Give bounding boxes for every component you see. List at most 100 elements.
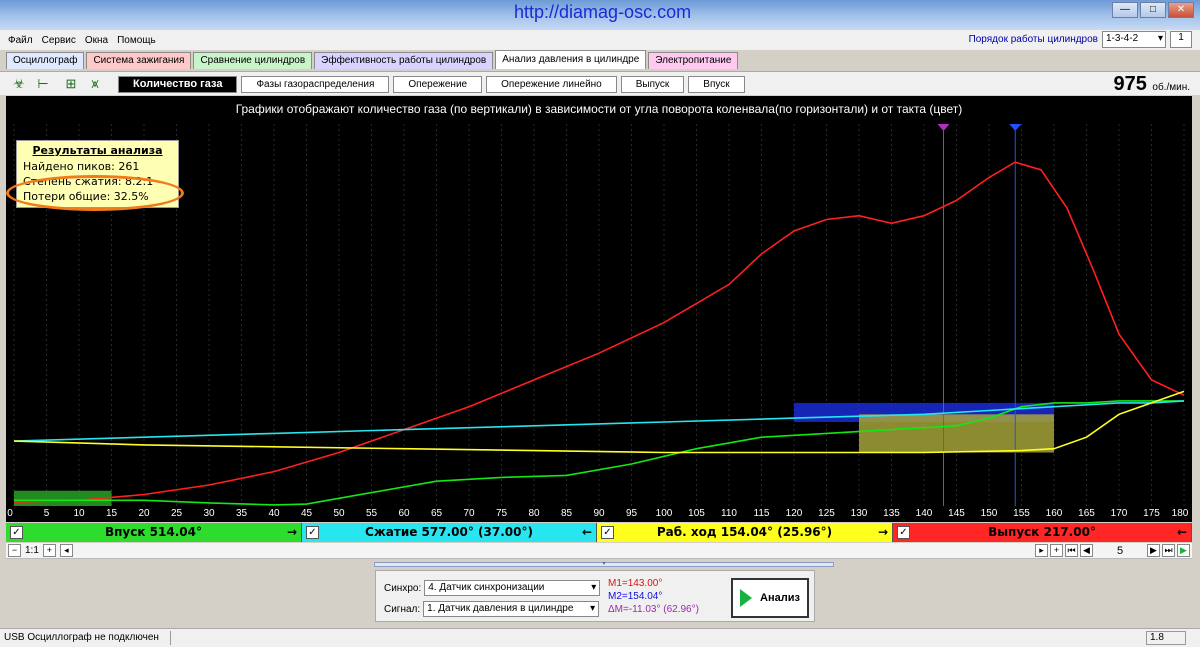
x-tick-label: 70 <box>463 508 475 519</box>
tab-oscilloscope[interactable]: Осциллограф <box>6 52 85 69</box>
x-tick-label: 140 <box>915 508 933 519</box>
subtab-advance-linear[interactable]: Опережение линейно <box>486 76 617 93</box>
arrow-left-icon: ← <box>1176 525 1187 539</box>
menu-service[interactable]: Сервис <box>34 30 77 46</box>
graph-icon[interactable]: ⩙ <box>86 75 104 93</box>
tab-cylinder-efficiency[interactable]: Эффективность работы цилиндров <box>314 52 494 69</box>
x-tick-label: 75 <box>495 508 508 519</box>
menu-file[interactable]: Файл <box>0 30 34 46</box>
rpm-readout: 975 об./мин. <box>1113 73 1190 96</box>
sync-label: Синхро: <box>384 582 422 594</box>
gas-icon[interactable]: ☣ <box>10 75 28 93</box>
chart-navigation: − 1:1 + ◂ ▸ + ⏮ ◀ 5 ▶ ⏭ ▶ <box>6 543 1192 559</box>
arrow-right-icon: → <box>877 525 888 539</box>
rpm-value: 975 <box>1113 73 1147 95</box>
auto-icon[interactable]: ⊞ <box>62 75 80 93</box>
x-tick-label: 165 <box>1078 508 1095 519</box>
minimize-icon[interactable]: — <box>1112 2 1138 18</box>
signal-select[interactable]: 1. Датчик давления в цилиндре <box>423 601 600 617</box>
next-page-icon[interactable]: ▶ <box>1147 544 1160 557</box>
play-icon[interactable]: ▶ <box>1177 544 1190 557</box>
x-tick-label: 50 <box>333 508 345 519</box>
x-tick-label: 150 <box>980 508 998 519</box>
x-tick-label: 60 <box>398 508 410 519</box>
cylinder-spinner[interactable]: 1 <box>1170 31 1192 48</box>
x-tick-label: 25 <box>170 508 183 519</box>
x-tick-label: 100 <box>655 508 673 519</box>
analyze-button[interactable]: Анализ <box>731 578 809 618</box>
phase-checkbox[interactable]: ✓ <box>306 526 319 539</box>
x-tick-label: 55 <box>365 508 378 519</box>
gas-amount-chart[interactable]: Графики отображают количество газа (по в… <box>6 96 1192 522</box>
tab-pressure-analysis[interactable]: Анализ давления в цилиндре <box>495 50 647 69</box>
last-page-icon[interactable]: ⏭ <box>1162 544 1175 557</box>
x-tick-label: 0 <box>7 508 13 519</box>
phase-intake[interactable]: ✓ Впуск 514.04° → <box>6 523 302 542</box>
tab-ignition[interactable]: Система зажигания <box>86 52 192 69</box>
x-tick-label: 105 <box>688 508 705 519</box>
highlight-ellipse <box>6 175 184 211</box>
panel-splitter[interactable]: ▾ <box>374 561 834 567</box>
close-icon[interactable]: ✕ <box>1168 2 1194 18</box>
scroll-left-icon[interactable]: ◂ <box>59 544 73 557</box>
prev-page-icon[interactable]: ◀ <box>1080 544 1093 557</box>
maximize-icon[interactable]: □ <box>1140 2 1166 18</box>
phase-checkbox[interactable]: ✓ <box>897 526 910 539</box>
signal-label: Сигнал: <box>384 603 421 615</box>
phase-exhaust[interactable]: ✓ Выпуск 217.00° ← <box>893 523 1192 542</box>
x-tick-label: 95 <box>625 508 638 519</box>
x-tick-label: 5 <box>43 508 50 519</box>
phase-label: Выпуск 217.00° <box>988 525 1096 539</box>
subtab-gas-amount[interactable]: Количество газа <box>118 76 238 93</box>
marker-m2: M2=154.04° <box>608 591 663 602</box>
signal-row: Сигнал: 1. Датчик давления в цилиндре <box>384 601 600 617</box>
first-page-icon[interactable]: ⏮ <box>1065 544 1078 557</box>
dio-icon[interactable]: ⊢ <box>34 75 52 93</box>
menu-help[interactable]: Помощь <box>109 30 157 46</box>
x-tick-label: 175 <box>1143 508 1160 519</box>
zoom-out-icon[interactable]: − <box>8 544 21 557</box>
x-tick-label: 130 <box>850 508 868 519</box>
phase-checkbox[interactable]: ✓ <box>601 526 614 539</box>
tab-power[interactable]: Электропитание <box>648 52 739 69</box>
subtab-valve-timing[interactable]: Фазы газораспределения <box>241 76 390 93</box>
play-icon <box>740 589 753 607</box>
title-bar: http://diamag-osc.com — □ ✕ <box>0 0 1200 30</box>
zoom-in-icon[interactable]: + <box>42 544 56 557</box>
phase-label: Раб. ход 154.04° (25.96°) <box>656 525 833 539</box>
scroll-right-icon[interactable]: ▸ <box>1035 544 1048 557</box>
subtab-exhaust[interactable]: Выпуск <box>620 76 685 93</box>
add-icon[interactable]: + <box>1050 544 1063 557</box>
phase-label: Сжатие 577.00° (37.00°) <box>365 525 533 539</box>
cylinder-order-select[interactable]: 1-3-4-2 <box>1102 31 1166 48</box>
sync-select[interactable]: 4. Датчик синхронизации <box>424 580 601 596</box>
x-tick-label: 80 <box>528 508 540 519</box>
x-axis-labels: 0 5 10 15 20 25 30 35 40 45 50 55 60 65 70 75 80 85 90 95 10… <box>6 508 1192 522</box>
analysis-controls: Синхро: 4. Датчик синхронизации Сигнал: … <box>375 570 815 622</box>
phase-power[interactable]: ✓ Раб. ход 154.04° (25.96°) → <box>597 523 893 542</box>
x-tick-label: 170 <box>1110 508 1128 519</box>
x-tick-label: 20 <box>138 508 150 519</box>
x-tick-label: 40 <box>268 508 280 519</box>
x-tick-label: 145 <box>948 508 965 519</box>
x-tick-label: 160 <box>1045 508 1063 519</box>
cylinder-order: Порядок работы цилиндров 1-3-4-2 1 <box>969 31 1192 48</box>
arrow-right-icon: → <box>286 525 297 539</box>
x-tick-label: 85 <box>560 508 573 519</box>
phase-label: Впуск 514.04° <box>104 525 202 539</box>
x-tick-label: 120 <box>785 508 803 519</box>
status-bar: USB Осциллограф не подключен 1.8 <box>0 628 1200 647</box>
x-tick-label: 115 <box>753 508 770 519</box>
tab-cylinder-compare[interactable]: Сравнение цилиндров <box>193 52 313 69</box>
subtab-intake[interactable]: Впуск <box>688 76 745 93</box>
analyze-label: Анализ <box>760 592 800 604</box>
page-number[interactable]: 5 <box>1095 545 1145 557</box>
arrow-left-icon: ← <box>581 525 592 539</box>
plot-area[interactable] <box>6 96 1192 522</box>
marker-m1-icon <box>937 124 950 131</box>
scale-label[interactable]: 1:1 <box>25 545 39 556</box>
subtab-advance[interactable]: Опережение <box>393 76 483 93</box>
menu-windows[interactable]: Окна <box>77 30 109 46</box>
phase-compression[interactable]: ✓ Сжатие 577.00° (37.00°) ← <box>302 523 597 542</box>
phase-checkbox[interactable]: ✓ <box>10 526 23 539</box>
